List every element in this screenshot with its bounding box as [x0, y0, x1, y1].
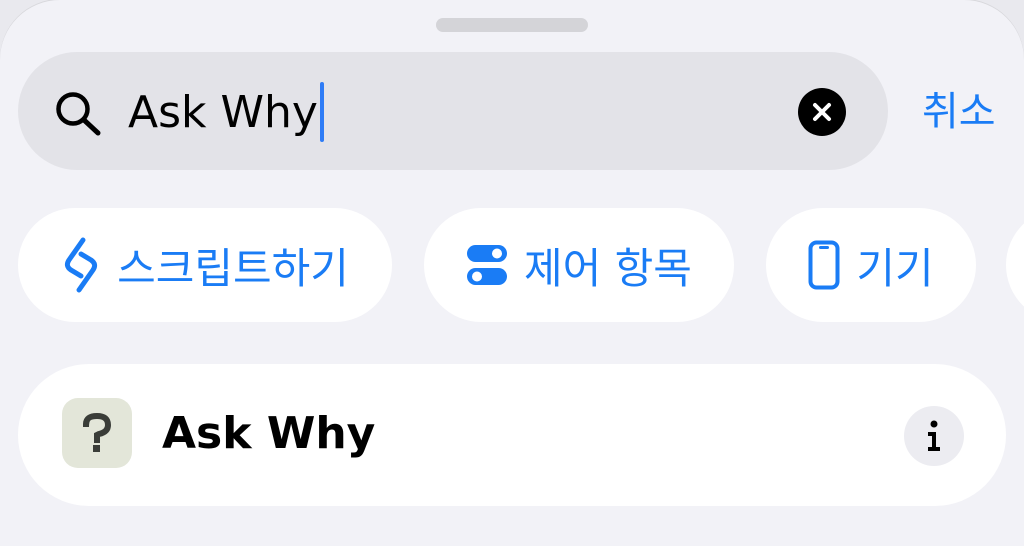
result-title: Ask Why — [162, 408, 376, 459]
chip-label: 스크립트하기 — [117, 243, 349, 293]
clear-search-button[interactable] — [798, 88, 846, 136]
search-query-text: Ask Why — [128, 86, 318, 138]
question-mark-app-icon — [62, 398, 132, 468]
chip-partial[interactable] — [1006, 208, 1024, 322]
search-icon — [54, 90, 104, 136]
info-icon — [924, 419, 944, 453]
chip-device[interactable]: 기기 — [766, 208, 976, 322]
chip-scripting[interactable]: 스크립트하기 — [18, 208, 392, 322]
search-sheet: Ask Why 취소 스크립트하기 제어 항목 기기 Ask Why — [0, 0, 1024, 546]
info-button[interactable] — [904, 406, 964, 466]
toggle-controls-icon — [466, 243, 508, 287]
close-icon — [811, 101, 833, 123]
chip-controls[interactable]: 제어 항목 — [424, 208, 734, 322]
chip-label: 기기 — [856, 243, 934, 293]
search-input[interactable]: Ask Why — [128, 80, 768, 144]
chip-label: 제어 항목 — [524, 243, 692, 293]
text-caret — [319, 82, 324, 142]
scripting-icon — [61, 236, 101, 294]
device-phone-icon — [808, 240, 840, 290]
sheet-grabber[interactable] — [436, 18, 588, 32]
cancel-button[interactable]: 취소 — [922, 84, 996, 140]
